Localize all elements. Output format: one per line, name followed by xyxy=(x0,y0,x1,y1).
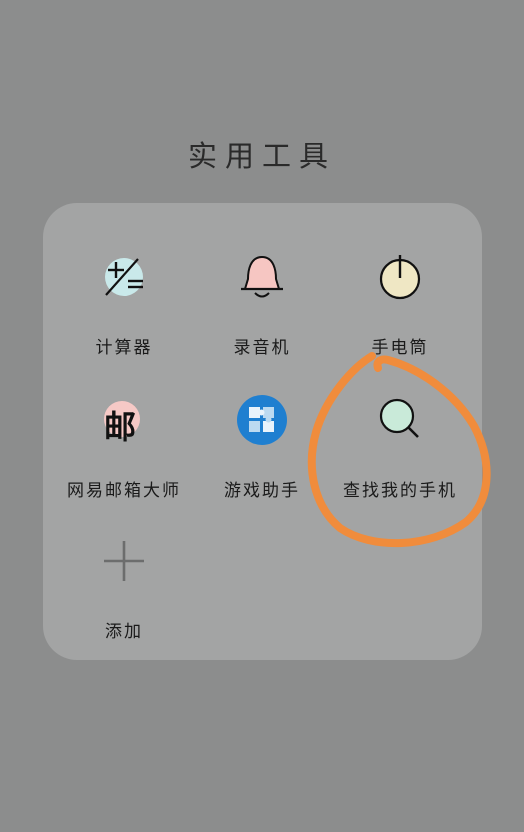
app-label: 录音机 xyxy=(233,338,291,358)
puzzle-icon xyxy=(236,394,288,446)
app-recorder[interactable]: 录音机 xyxy=(189,251,335,371)
add-app-button[interactable]: 添加 xyxy=(51,535,197,655)
mail-glyph: 邮 xyxy=(104,408,137,446)
power-icon xyxy=(374,251,426,303)
mail-icon: 邮 xyxy=(98,394,150,446)
app-calculator[interactable]: 计算器 xyxy=(51,251,197,371)
app-label: 手电筒 xyxy=(371,338,429,358)
app-label: 查找我的手机 xyxy=(343,481,457,501)
folder-panel: 计算器 录音机 手电筒 邮 网易邮箱大师 游戏助手 查找我的手机 添加 xyxy=(43,203,482,660)
app-game-assistant[interactable]: 游戏助手 xyxy=(189,394,335,514)
app-label: 计算器 xyxy=(95,338,153,358)
app-flashlight[interactable]: 手电筒 xyxy=(327,251,473,371)
search-icon xyxy=(374,394,426,446)
app-label: 添加 xyxy=(105,622,143,642)
app-label: 网易邮箱大师 xyxy=(67,481,181,501)
app-label: 游戏助手 xyxy=(224,481,300,501)
app-netease-mail[interactable]: 邮 网易邮箱大师 xyxy=(51,394,197,514)
bell-icon xyxy=(236,251,288,303)
plus-icon xyxy=(98,535,150,587)
folder-title: 实用工具 xyxy=(187,139,336,173)
calculator-icon xyxy=(98,251,150,303)
app-find-my-phone[interactable]: 查找我的手机 xyxy=(327,394,473,514)
